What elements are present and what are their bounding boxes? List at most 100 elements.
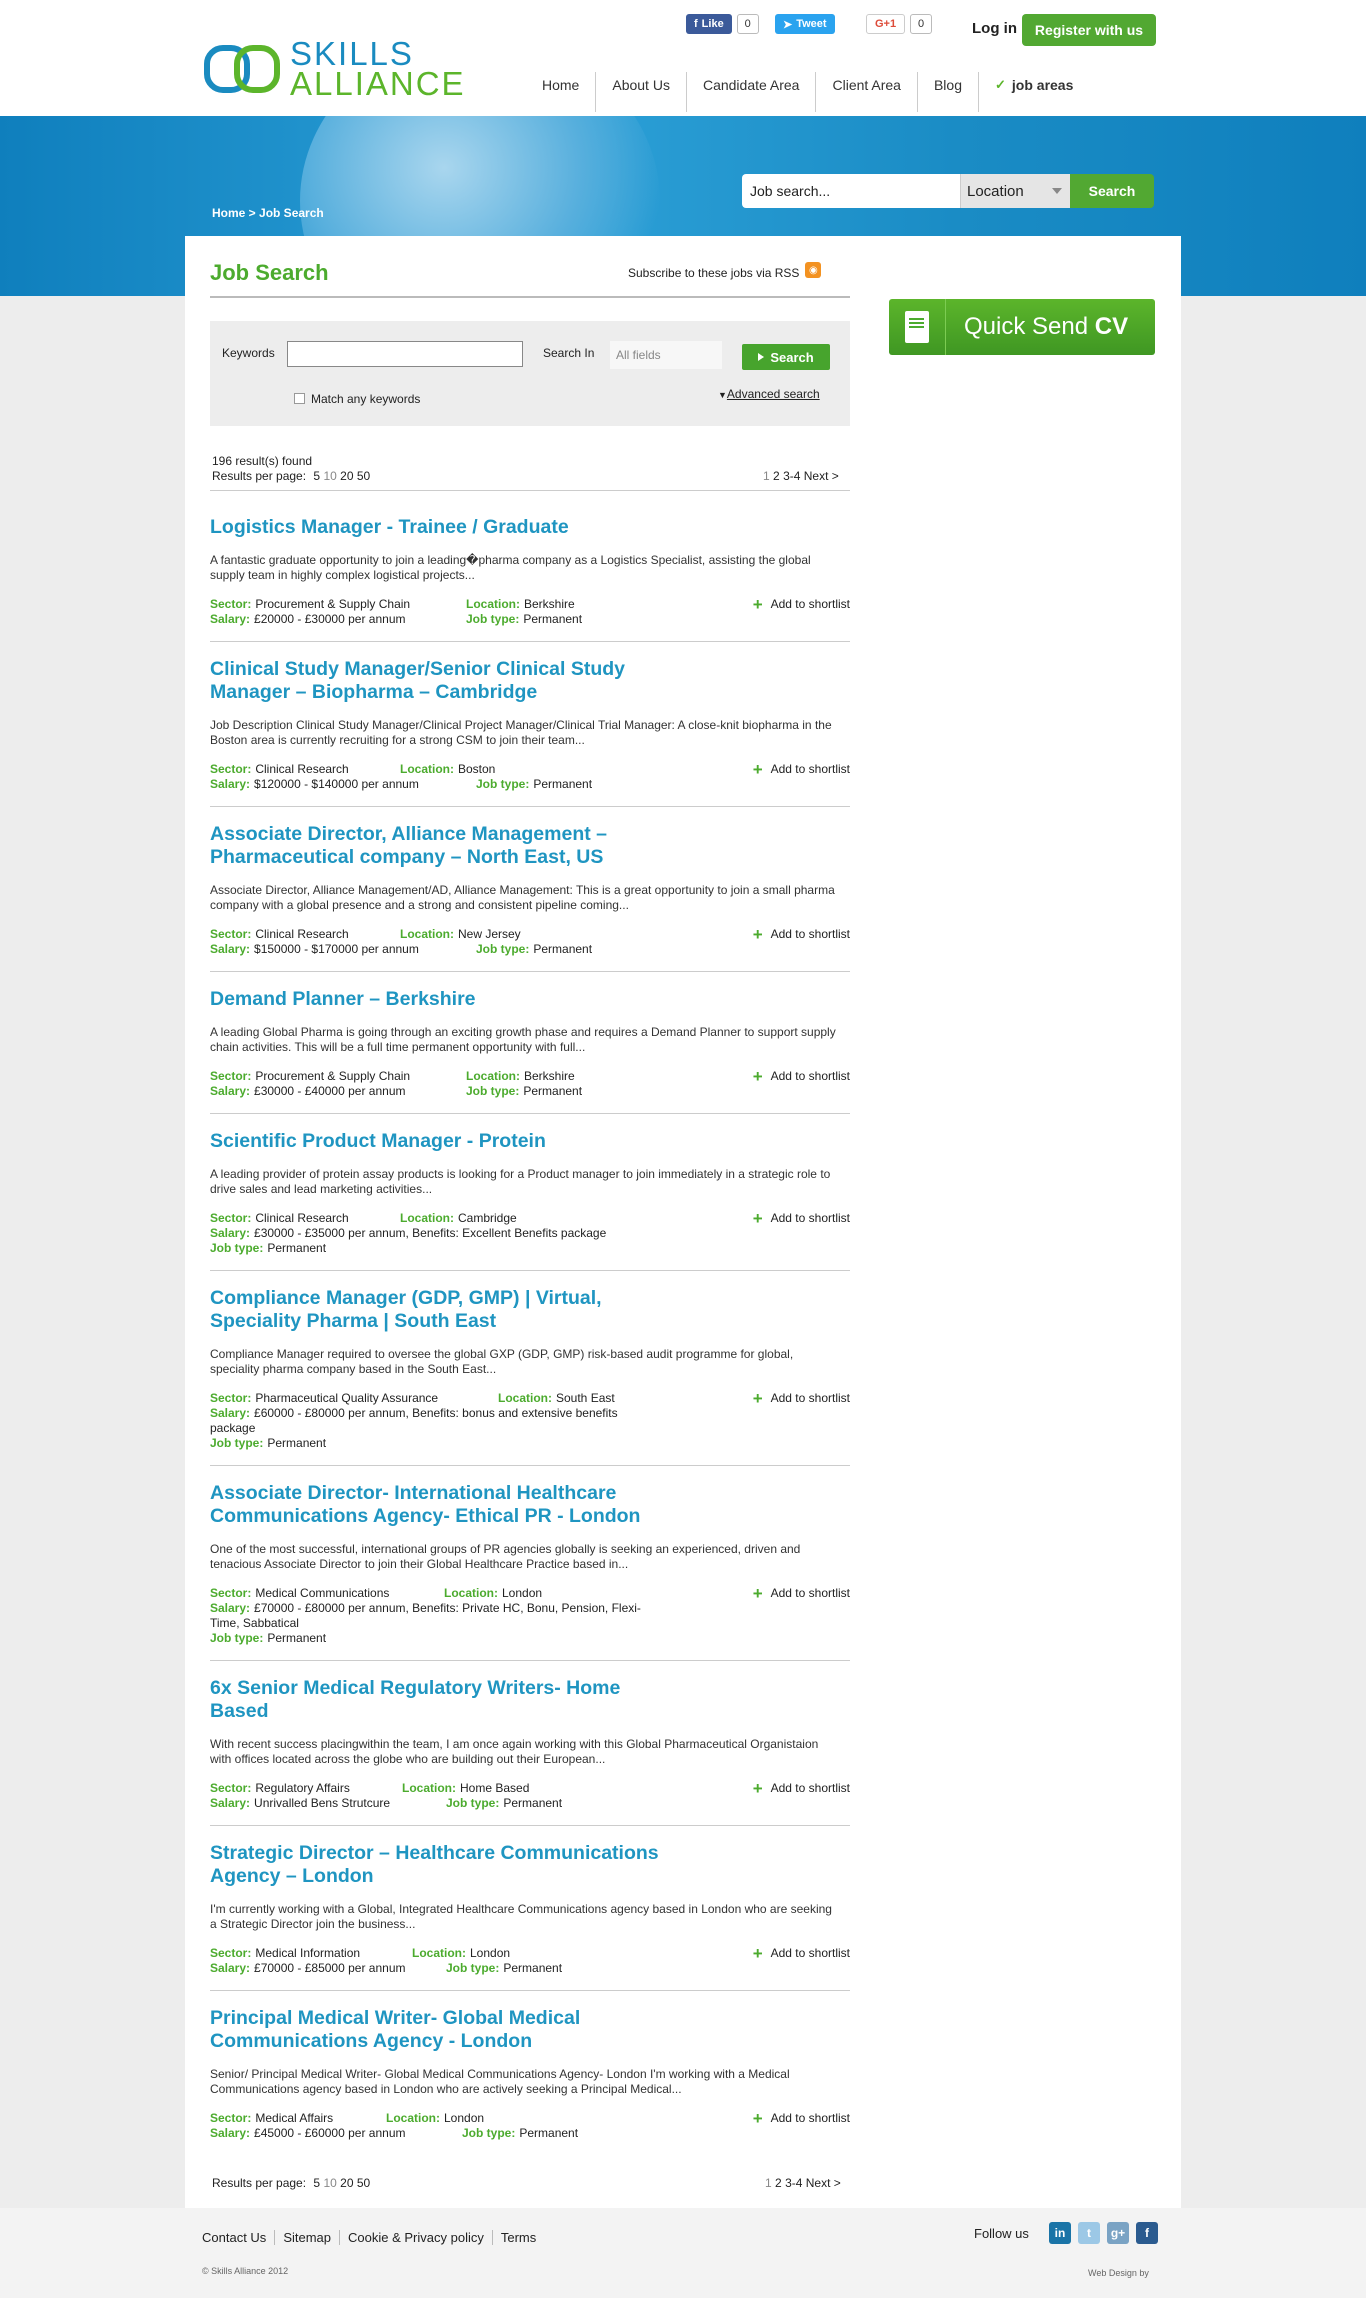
- job-type-label: Job type:: [466, 612, 520, 626]
- header-search-button[interactable]: Search: [1070, 174, 1154, 208]
- job-title-link[interactable]: Compliance Manager (GDP, GMP) | Virtual,…: [210, 1287, 680, 1333]
- site-logo[interactable]: SKILLS ALLIANCE: [204, 37, 466, 100]
- page-link[interactable]: 3-4: [785, 2176, 802, 2190]
- location-select[interactable]: Location: [960, 174, 1070, 208]
- job-salary: £20000 - £30000 per annum: [254, 612, 406, 626]
- add-to-shortlist-button[interactable]: + Add to shortlist: [753, 2110, 850, 2127]
- job-title-link[interactable]: 6x Senior Medical Regulatory Writers- Ho…: [210, 1677, 680, 1723]
- per-page-option[interactable]: 5: [313, 2176, 320, 2190]
- plus-icon: +: [752, 924, 763, 944]
- nav-candidate-area[interactable]: Candidate Area: [685, 72, 816, 112]
- footer-link-contact-us[interactable]: Contact Us: [202, 2230, 274, 2245]
- job-type: Permanent: [523, 612, 583, 626]
- job-title-link[interactable]: Associate Director, Alliance Management …: [210, 823, 680, 869]
- add-to-shortlist-button[interactable]: + Add to shortlist: [752, 1778, 850, 1798]
- job-type: Permanent: [503, 1796, 563, 1810]
- add-to-shortlist-label: Add to shortlist: [770, 762, 850, 776]
- match-any-checkbox[interactable]: [294, 393, 305, 404]
- dropdown-arrow-icon: [1052, 188, 1062, 194]
- advanced-search-link[interactable]: ▼Advanced search: [718, 387, 820, 401]
- add-to-shortlist-button[interactable]: + Add to shortlist: [753, 761, 850, 778]
- job-listing: Associate Director- International Health…: [210, 1482, 850, 1661]
- keywords-input[interactable]: [287, 341, 523, 367]
- page-link[interactable]: 2: [773, 469, 780, 483]
- job-search-input[interactable]: Job search...: [742, 174, 960, 208]
- job-title-link[interactable]: Associate Director- International Health…: [210, 1482, 680, 1528]
- footer-link-cookie-privacy[interactable]: Cookie & Privacy policy: [339, 2230, 492, 2245]
- job-type-label: Job type:: [476, 777, 530, 791]
- salary-label: Salary:: [210, 612, 251, 626]
- register-button[interactable]: Register with us: [1022, 14, 1156, 46]
- page-link[interactable]: 2: [775, 2176, 782, 2190]
- search-in-select[interactable]: All fields: [610, 341, 722, 369]
- job-title-link[interactable]: Principal Medical Writer- Global Medical…: [210, 2007, 680, 2053]
- facebook-like-widget: f Like 0: [686, 14, 759, 34]
- job-type-label: Job type:: [210, 1436, 264, 1450]
- job-title-link[interactable]: Demand Planner – Berkshire: [210, 988, 680, 1011]
- job-divider: [210, 1465, 850, 1466]
- job-divider: [210, 806, 850, 807]
- add-to-shortlist-button[interactable]: + Add to shortlist: [753, 1945, 850, 1962]
- job-salary: $120000 - $140000 per annum: [254, 777, 419, 791]
- per-page-option-current: 10: [323, 2176, 337, 2190]
- job-listing: Strategic Director – Healthcare Communic…: [210, 1842, 850, 1991]
- per-page-option[interactable]: 5: [313, 469, 320, 483]
- footer-link-terms[interactable]: Terms: [491, 2230, 544, 2245]
- add-to-shortlist-button[interactable]: + Add to shortlist: [753, 1390, 850, 1407]
- breadcrumb[interactable]: Home > Job Search: [212, 206, 324, 220]
- form-search-button[interactable]: Search: [742, 344, 830, 370]
- per-page-option[interactable]: 50: [357, 469, 370, 483]
- match-any-label: Match any keywords: [311, 392, 421, 406]
- location-label: Location:: [412, 1946, 466, 1960]
- add-to-shortlist-button[interactable]: + Add to shortlist: [753, 1068, 850, 1085]
- keywords-label: Keywords: [222, 346, 275, 360]
- job-title-link[interactable]: Logistics Manager - Trainee / Graduate: [210, 516, 680, 539]
- nav-home[interactable]: Home: [526, 72, 595, 112]
- per-page-option[interactable]: 50: [357, 2176, 370, 2190]
- job-type-label: Job type:: [210, 1631, 264, 1645]
- job-salary: £45000 - £60000 per annum: [254, 2126, 406, 2140]
- job-salary: Unrivalled Bens Strutcure: [254, 1796, 391, 1810]
- googleplus-icon[interactable]: g+: [1107, 2222, 1129, 2244]
- job-divider: [210, 1113, 850, 1114]
- nav-client-area[interactable]: Client Area: [815, 72, 916, 112]
- web-design-credit[interactable]: Web Design by: [1088, 2268, 1149, 2278]
- next-page-link[interactable]: Next >: [806, 2176, 841, 2190]
- facebook-icon[interactable]: f: [1136, 2222, 1158, 2244]
- nav-blog[interactable]: Blog: [916, 72, 978, 112]
- plus-icon: +: [752, 1778, 763, 1798]
- job-title-link[interactable]: Strategic Director – Healthcare Communic…: [210, 1842, 680, 1888]
- linkedin-icon[interactable]: in: [1049, 2222, 1071, 2244]
- job-description: One of the most successful, internationa…: [210, 1542, 801, 1571]
- job-description: Associate Director, Alliance Management/…: [210, 883, 835, 912]
- twitter-icon[interactable]: t: [1078, 2222, 1100, 2244]
- add-to-shortlist-button[interactable]: + Add to shortlist: [752, 924, 850, 944]
- job-type: Permanent: [533, 942, 593, 956]
- main-nav: Home About Us Candidate Area Client Area…: [526, 72, 1089, 112]
- quick-send-cv-button[interactable]: Quick Send CV: [889, 299, 1155, 355]
- job-sector: Clinical Research: [255, 1211, 349, 1225]
- nav-about-us[interactable]: About Us: [595, 72, 686, 112]
- tweet-button[interactable]: ➤ Tweet: [775, 14, 835, 34]
- footer-link-sitemap[interactable]: Sitemap: [274, 2230, 339, 2245]
- rss-subscribe-link[interactable]: Subscribe to these jobs via RSS ◉: [628, 262, 822, 280]
- googleplus-button[interactable]: G+1: [866, 14, 906, 34]
- job-description: A leading provider of protein assay prod…: [210, 1167, 831, 1196]
- job-meta: Sector: Pharmaceutical Quality Assurance L…: [210, 1390, 850, 1451]
- next-page-link[interactable]: Next >: [804, 469, 839, 483]
- add-to-shortlist-button[interactable]: + Add to shortlist: [753, 1585, 850, 1602]
- nav-job-areas[interactable]: ✓ job areas: [978, 72, 1089, 112]
- job-title-link[interactable]: Clinical Study Manager/Senior Clinical S…: [210, 658, 680, 704]
- per-page-option-current: 10: [323, 469, 337, 483]
- page-link[interactable]: 3-4: [783, 469, 800, 483]
- job-location: London: [470, 1946, 511, 1960]
- add-to-shortlist-button[interactable]: + Add to shortlist: [753, 1210, 850, 1227]
- job-sector: Medical Information: [255, 1946, 361, 1960]
- nav-job-areas-label: job areas: [1011, 77, 1074, 93]
- per-page-option[interactable]: 20: [340, 469, 353, 483]
- login-link[interactable]: Log in: [972, 20, 1017, 37]
- per-page-option[interactable]: 20: [340, 2176, 353, 2190]
- facebook-like-button[interactable]: f Like: [686, 14, 732, 34]
- add-to-shortlist-button[interactable]: + Add to shortlist: [753, 596, 850, 613]
- job-title-link[interactable]: Scientific Product Manager - Protein: [210, 1130, 680, 1153]
